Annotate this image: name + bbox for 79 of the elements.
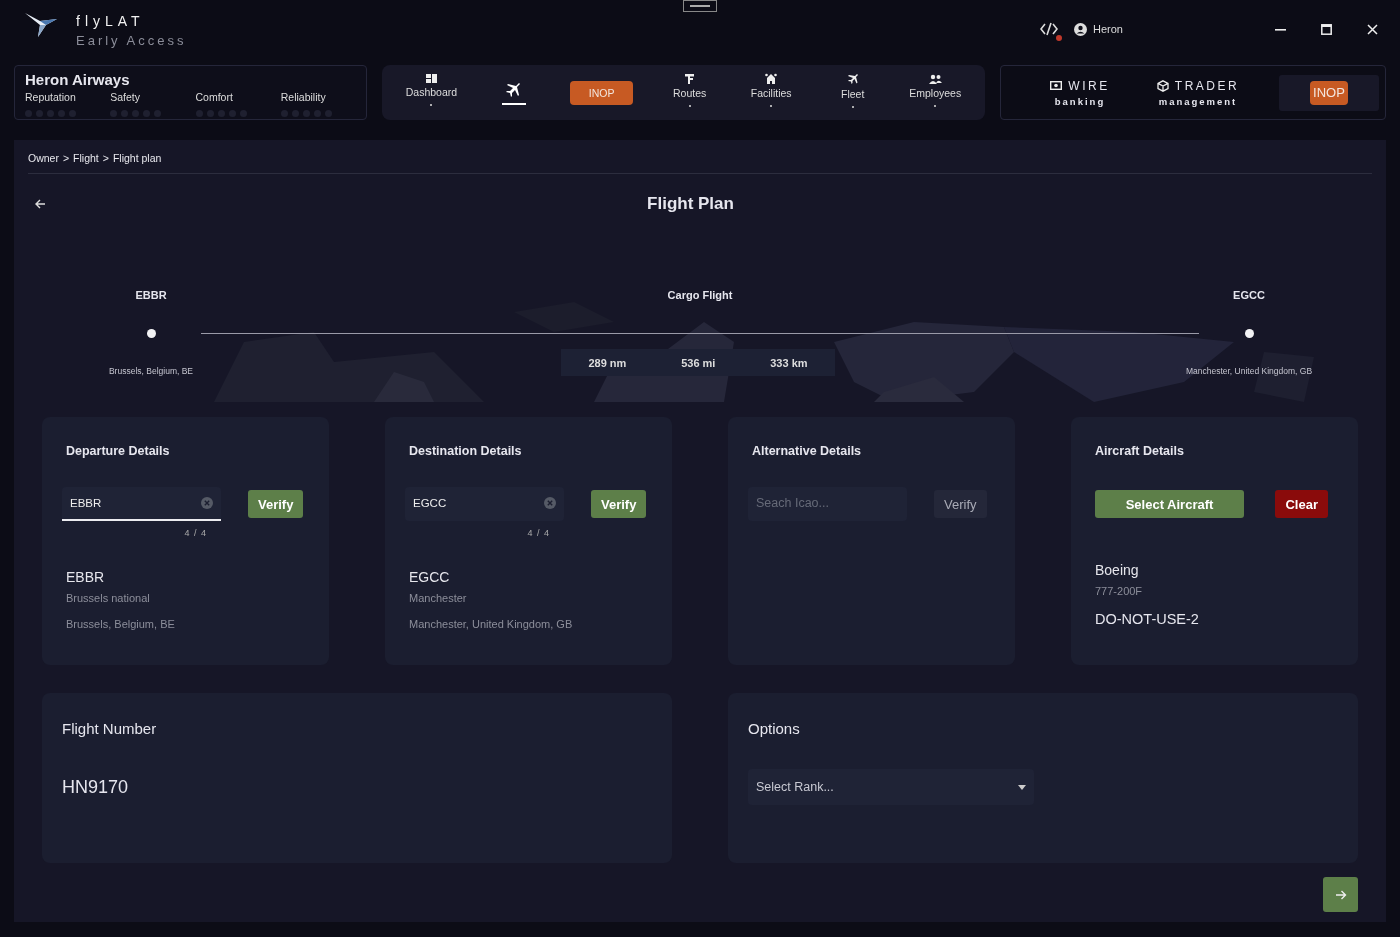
arrow-right-icon — [1334, 889, 1347, 900]
caret-icon — [1018, 784, 1026, 790]
user-menu[interactable]: Heron — [1074, 22, 1123, 36]
airport-dot — [1244, 328, 1254, 338]
airport-code: EGCC — [409, 569, 451, 585]
clear-icon[interactable] — [201, 497, 213, 509]
inop-button[interactable]: INOP — [570, 80, 634, 105]
airport-code: EGCC — [1232, 289, 1266, 301]
nav-tab[interactable]: Facilities — [746, 73, 797, 112]
rating-label: Comfort — [195, 91, 234, 103]
char-counter: 4 / 4 — [183, 528, 208, 538]
rating-label: Reliability — [280, 91, 327, 103]
flight-number: HN9170 — [62, 777, 130, 798]
breadcrumb-link[interactable]: Flight — [73, 152, 99, 164]
nav-tab[interactable]: Dashboard — [405, 74, 458, 111]
clear-button[interactable]: Clear — [1275, 490, 1328, 518]
verify-button[interactable]: Verify — [248, 490, 304, 518]
distance-value: 289 nm — [588, 356, 627, 369]
card-title: Flight Number — [62, 720, 158, 737]
airport-dot — [146, 328, 156, 338]
aircraft-maker: Boeing — [1095, 562, 1140, 578]
nav-tab[interactable]: Fleet — [827, 72, 878, 113]
airport-name: Manchester — [409, 592, 468, 604]
box-icon — [1156, 79, 1169, 92]
code-icon — [1040, 21, 1059, 37]
nav-tab[interactable]: Employees — [909, 73, 962, 112]
verify-button[interactable]: Verify — [934, 490, 987, 518]
next-button[interactable] — [1323, 877, 1358, 912]
airline-name: Heron Airways — [25, 71, 131, 88]
back-arrow-icon[interactable] — [35, 199, 46, 209]
card-title: Aircraft Details — [1095, 444, 1185, 458]
plane-icon — [505, 80, 523, 98]
card-title: Destination Details — [409, 444, 523, 458]
nav-tab[interactable]: Routes — [664, 73, 715, 112]
airport-location: Brussels, Belgium, BE — [66, 618, 176, 630]
maximize-icon[interactable] — [1321, 23, 1332, 35]
service-link[interactable]: WIRE banking — [1021, 78, 1139, 107]
airport-location: Brussels, Belgium, BE — [107, 366, 195, 376]
card-title: Options — [748, 720, 801, 737]
distance-value: 536 mi — [681, 356, 716, 369]
cash-icon — [1050, 81, 1063, 90]
plane-icon — [846, 72, 859, 85]
signpost-icon — [684, 73, 696, 84]
grid-icon — [425, 74, 437, 83]
close-icon[interactable] — [1367, 23, 1378, 35]
service-tile[interactable]: INOP — [1279, 74, 1379, 111]
flight-type: Cargo Flight — [666, 289, 734, 301]
clear-icon[interactable] — [544, 497, 556, 509]
distance-value: 333 km — [770, 356, 808, 369]
app-name: flyLAT — [76, 12, 146, 29]
select-aircraft-button[interactable]: Select Aircraft — [1095, 490, 1244, 518]
rating-label: Safety — [110, 91, 142, 103]
account-icon — [1074, 22, 1088, 36]
breadcrumb-link[interactable]: Flight plan — [112, 152, 162, 164]
airport-code: EBBR — [66, 569, 106, 585]
card-title: Alternative Details — [752, 444, 863, 458]
icao-field[interactable]: Seach Icao... — [748, 487, 907, 521]
rank-select[interactable]: Select Rank... — [748, 769, 1034, 805]
icao-field[interactable]: EGCC — [405, 487, 564, 521]
verify-button[interactable]: Verify — [591, 490, 647, 518]
airport-code: EBBR — [134, 289, 168, 301]
airport-location: Manchester, United Kingdom, GB — [1184, 366, 1314, 376]
breadcrumb-separator: > — [102, 152, 109, 164]
aircraft-model: 777-200F — [1095, 585, 1144, 597]
icao-field[interactable]: EBBR — [62, 487, 221, 521]
window-handle-icon — [683, 0, 717, 12]
page-title: Flight Plan — [646, 194, 735, 214]
aircraft-registration: DO-NOT-USE-2 — [1095, 611, 1200, 627]
app-subtitle: Early Access — [76, 32, 187, 48]
card-title: Departure Details — [66, 444, 171, 458]
rating-label: Reputation — [25, 91, 77, 103]
breadcrumb-separator: > — [62, 152, 70, 164]
breadcrumb-link[interactable]: Owner — [28, 152, 59, 164]
char-counter: 4 / 4 — [526, 528, 551, 538]
people-icon — [928, 73, 942, 84]
airport-name: Brussels national — [66, 592, 151, 604]
inop-badge: INOP — [1310, 80, 1348, 105]
service-link[interactable]: TRADER management — [1139, 78, 1257, 107]
airport-location: Manchester, United Kingdom, GB — [409, 618, 574, 630]
